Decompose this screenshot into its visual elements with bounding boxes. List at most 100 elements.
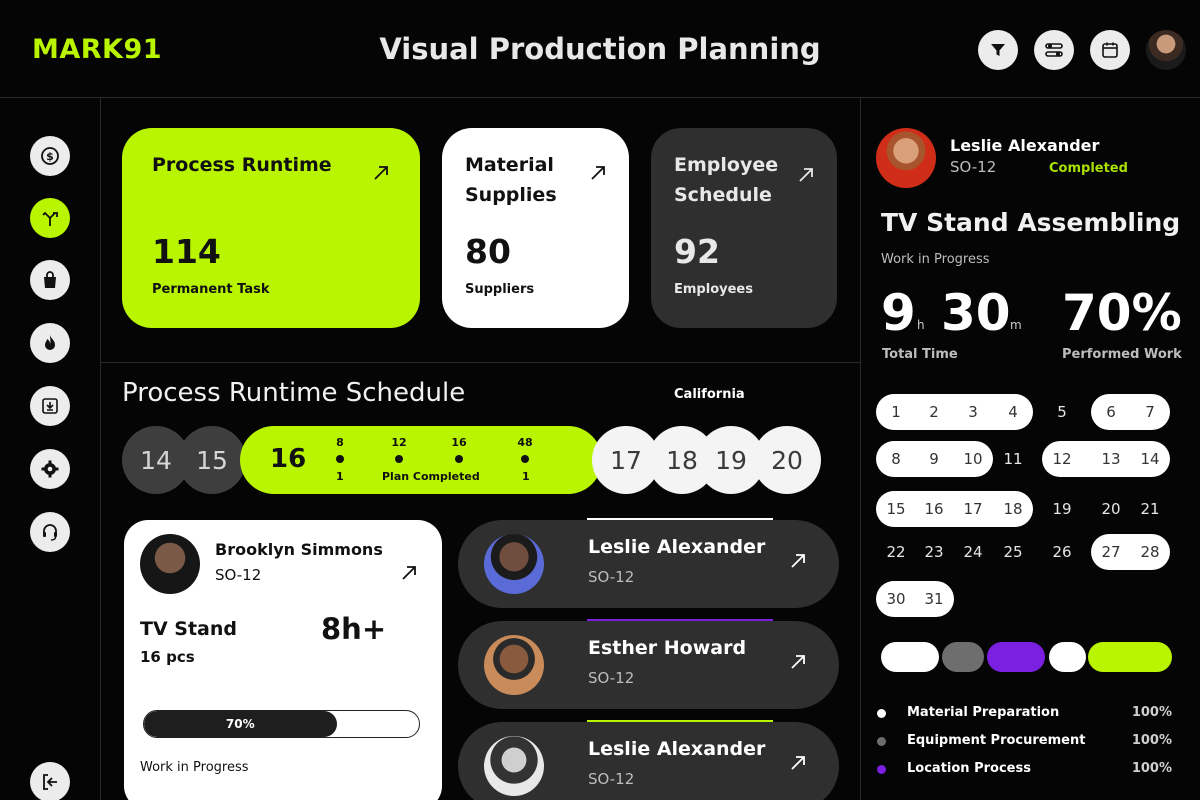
person-name: Leslie Alexander: [588, 536, 766, 558]
percent-caption: Performed Work: [1062, 347, 1182, 362]
calendar-day[interactable]: 18: [995, 491, 1031, 527]
task-product: TV Stand: [140, 618, 237, 640]
calendar-day[interactable]: 8: [878, 441, 914, 477]
calendar-day[interactable]: 12: [1044, 441, 1080, 477]
person-name: Leslie Alexander: [588, 738, 766, 760]
minutes-unit: m: [1010, 318, 1022, 332]
calendar-day[interactable]: 20: [1093, 491, 1129, 527]
calendar-day[interactable]: 4: [995, 394, 1031, 430]
card-value: 92: [674, 232, 720, 271]
calendar-day[interactable]: 16: [916, 491, 952, 527]
card-subtitle: Employees: [674, 282, 753, 297]
plan-completed-label: Plan Completed: [382, 470, 480, 483]
sidebar-item-settings[interactable]: [30, 449, 70, 489]
calendar-day[interactable]: 26: [1044, 534, 1080, 570]
list-item[interactable]: Leslie Alexander SO-12: [458, 722, 839, 800]
person-code: SO-12: [588, 669, 635, 687]
calendar-day[interactable]: 30: [878, 581, 914, 617]
minutes-value: 30: [941, 284, 1011, 342]
sidebar-item-trending[interactable]: [30, 323, 70, 363]
card-value: 80: [465, 232, 511, 271]
task-hours: 8h+: [321, 612, 387, 646]
assignee-code: SO-12: [950, 158, 997, 176]
task-subtitle: Work in Progress: [881, 252, 990, 267]
task-title: TV Stand Assembling: [881, 208, 1181, 237]
calendar-day[interactable]: 3: [955, 394, 991, 430]
task-quantity: 16 pcs: [140, 648, 195, 666]
sidebar-item-downloads[interactable]: [30, 386, 70, 426]
avatar[interactable]: [876, 128, 936, 188]
legend-bar-segment: [1088, 642, 1172, 672]
headset-icon: [43, 524, 57, 541]
card-process-runtime[interactable]: Process Runtime 114 Permanent Task: [122, 128, 420, 328]
sidebar-item-orders[interactable]: [30, 260, 70, 300]
calendar-day[interactable]: 5: [1044, 394, 1080, 430]
schedule-title: Process Runtime Schedule: [122, 378, 466, 408]
panel-divider: [860, 98, 861, 800]
calendar-day[interactable]: 11: [995, 441, 1031, 477]
top-bar: MARK91 Visual Production Planning: [0, 0, 1200, 98]
status-badge: Completed: [1049, 161, 1128, 176]
calendar-day[interactable]: 28: [1132, 534, 1168, 570]
calendar-day[interactable]: 13: [1093, 441, 1129, 477]
sidebar-item-routes[interactable]: [30, 198, 70, 238]
calendar-day[interactable]: 22: [878, 534, 914, 570]
gear-icon: [41, 460, 59, 478]
calendar-day[interactable]: 19: [1044, 491, 1080, 527]
list-item[interactable]: Esther Howard SO-12: [458, 621, 839, 709]
calendar-day[interactable]: 6: [1093, 394, 1129, 430]
avatar: [140, 534, 200, 594]
bag-icon: [44, 271, 56, 288]
calendar-day[interactable]: 2: [916, 394, 952, 430]
top-actions: [978, 30, 1186, 70]
logout-button[interactable]: [30, 762, 70, 800]
timeline-tick: 8: [336, 436, 344, 449]
legend-bar-segment: [881, 642, 939, 672]
sidebar-item-support[interactable]: [30, 512, 70, 552]
day-15[interactable]: 15: [178, 426, 246, 494]
user-avatar[interactable]: [1146, 30, 1186, 70]
legend-label: Equipment Procurement: [907, 733, 1086, 748]
calendar-day[interactable]: 1: [878, 394, 914, 430]
location-label[interactable]: California: [674, 387, 745, 402]
calendar-day[interactable]: 17: [955, 491, 991, 527]
timeline-bottom-right: 1: [522, 470, 530, 483]
task-code: SO-12: [215, 566, 262, 584]
task-card[interactable]: Brooklyn Simmons SO-12 TV Stand 16 pcs 8…: [124, 520, 442, 800]
card-title: Employee Schedule: [674, 154, 779, 206]
calendar-day[interactable]: 15: [878, 491, 914, 527]
download-icon: [42, 398, 58, 414]
calendar-button[interactable]: [1090, 30, 1130, 70]
timeline-bottom-left: 1: [336, 470, 344, 483]
calendar-day[interactable]: 23: [916, 534, 952, 570]
calendar-day[interactable]: 31: [916, 581, 952, 617]
sidebar: $: [0, 98, 101, 800]
timeline-dot: [521, 455, 529, 463]
person-code: SO-12: [588, 770, 635, 788]
day-20[interactable]: 20: [753, 426, 821, 494]
calendar-day[interactable]: 10: [955, 441, 991, 477]
calendar-day[interactable]: 9: [916, 441, 952, 477]
filter-button[interactable]: [978, 30, 1018, 70]
calendar-day[interactable]: 21: [1132, 491, 1168, 527]
sidebar-item-finance[interactable]: $: [30, 136, 70, 176]
timeline-tick: 48: [517, 436, 533, 449]
calendar-day[interactable]: 27: [1093, 534, 1129, 570]
arrow-up-right-icon: [791, 756, 805, 770]
sliders-icon: [1045, 43, 1063, 57]
timeline-dot: [395, 455, 403, 463]
avatar: [484, 534, 544, 594]
card-material-supplies[interactable]: Material Supplies 80 Suppliers: [442, 128, 629, 328]
settings-sliders-button[interactable]: [1034, 30, 1074, 70]
list-item[interactable]: Leslie Alexander SO-12: [458, 520, 839, 608]
calendar-day[interactable]: 25: [995, 534, 1031, 570]
card-employee-schedule[interactable]: Employee Schedule 92 Employees: [651, 128, 837, 328]
calendar-day[interactable]: 7: [1132, 394, 1168, 430]
arrow-up-right-icon[interactable]: [400, 564, 418, 582]
legend-dot: [877, 709, 886, 718]
calendar-day[interactable]: 24: [955, 534, 991, 570]
calendar-day[interactable]: 14: [1132, 441, 1168, 477]
active-day-timeline[interactable]: 16 8 12 16 48 1 Plan Completed 1: [240, 426, 602, 494]
legend-label: Material Preparation: [907, 705, 1060, 720]
task-assignee: Brooklyn Simmons: [215, 540, 383, 559]
